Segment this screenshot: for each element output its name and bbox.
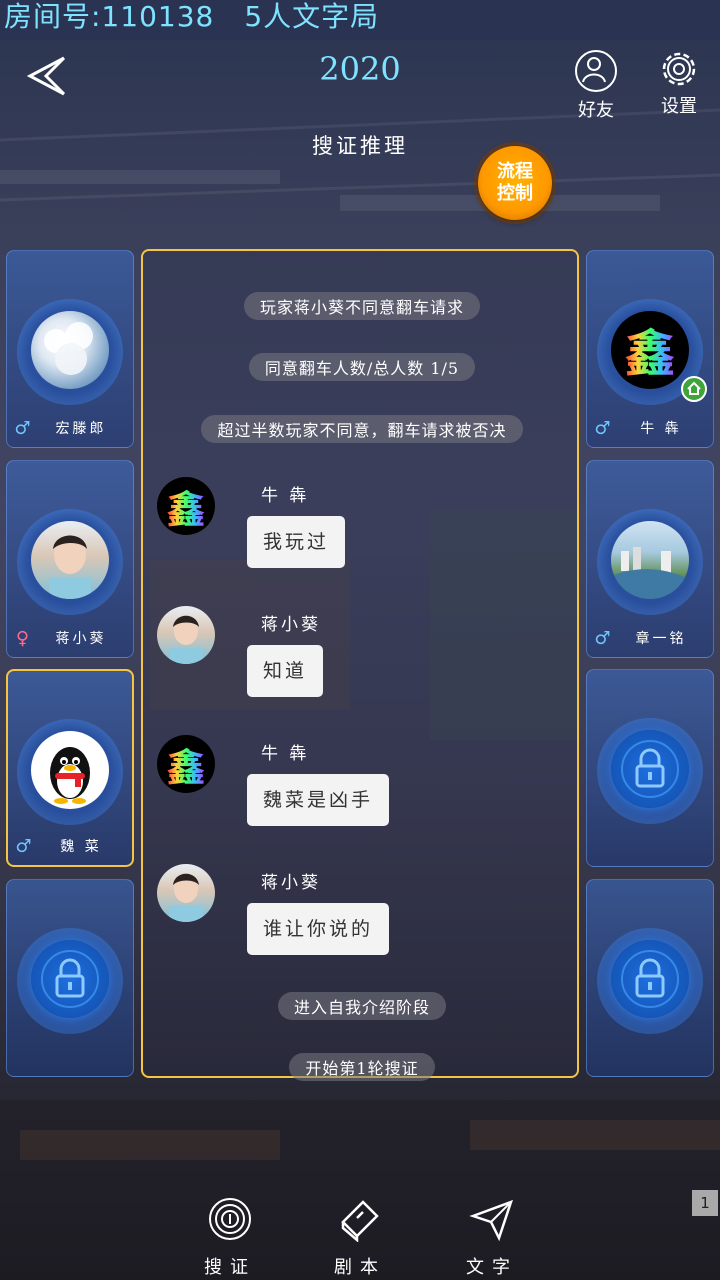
player-name: 章一铭 xyxy=(635,631,687,647)
system-message-text: 玩家蒋小葵不同意翻车请求 xyxy=(243,292,480,320)
message-bubble: 魏菜是凶手 xyxy=(247,774,390,826)
avatar-glyph: 鑫 xyxy=(625,314,675,386)
player-slot-1[interactable]: ♂ 宏滕郎 xyxy=(6,250,134,448)
flow-control-button[interactable]: 流程 控制 xyxy=(478,146,552,220)
avatar xyxy=(157,606,215,664)
lock-icon xyxy=(31,940,109,1018)
book-icon xyxy=(341,1200,379,1243)
room-number: 房间号:110138 xyxy=(4,0,215,33)
system-message-text: 同意翻车人数/总人数 1/5 xyxy=(248,353,476,381)
female-icon: ♀ xyxy=(15,627,33,649)
sender-name: 牛 犇 xyxy=(261,486,310,506)
avatar xyxy=(31,521,109,599)
system-message: 进入自我介绍阶段 xyxy=(143,992,581,1020)
system-message-text: 进入自我介绍阶段 xyxy=(277,992,446,1020)
system-message: 同意翻车人数/总人数 1/5 xyxy=(143,353,581,381)
player-name: 宏滕郎 xyxy=(55,421,107,437)
flow-label-line2: 控制 xyxy=(497,183,533,204)
sender-name: 牛 犇 xyxy=(261,744,310,764)
avatar-glyph: 鑫 xyxy=(167,737,205,792)
male-icon: ♂ xyxy=(14,417,34,439)
chat-message: 蒋小葵 知道 xyxy=(157,606,557,716)
nav-evidence-label: 搜证 xyxy=(204,1257,256,1278)
room-mode: 5人文字局 xyxy=(244,0,380,33)
home-icon xyxy=(681,376,707,402)
system-message: 超过半数玩家不同意，翻车请求被否决 xyxy=(143,415,581,443)
nav-text-label: 文字 xyxy=(466,1257,518,1278)
chat-message: 鑫 牛 犇 我玩过 xyxy=(157,477,557,587)
locked-slot-right-1[interactable] xyxy=(586,669,714,867)
avatar-glyph: 鑫 xyxy=(167,479,205,534)
friends-label: 好友 xyxy=(578,100,614,121)
avatar xyxy=(611,521,689,599)
nav-script[interactable]: 剧本 xyxy=(320,1196,400,1279)
message-bubble: 谁让你说的 xyxy=(247,903,390,955)
player-name-bar: ♂ 章一铭 xyxy=(593,625,707,651)
player-slot-3[interactable]: ♂ 魏 菜 xyxy=(6,669,134,867)
person-icon xyxy=(575,50,617,92)
system-message: 玩家蒋小葵不同意翻车请求 xyxy=(143,292,581,320)
player-name: 牛 犇 xyxy=(640,421,682,437)
flow-label-line1: 流程 xyxy=(497,161,533,182)
player-name: 蒋小葵 xyxy=(55,631,107,647)
xin-avatar: 鑫 xyxy=(157,477,215,535)
player-slot-5[interactable]: ♂ 章一铭 xyxy=(586,460,714,658)
player-name-bar: ♂ 牛 犇 xyxy=(593,415,707,441)
fingerprint-icon xyxy=(209,1198,251,1240)
settings-label: 设置 xyxy=(661,96,697,117)
paper-plane-icon xyxy=(469,1199,514,1242)
xin-avatar: 鑫 xyxy=(611,311,689,389)
player-name: 魏 菜 xyxy=(60,839,102,855)
player-name-bar: ♂ 宏滕郎 xyxy=(13,415,127,441)
penguin-avatar xyxy=(31,731,109,809)
system-message-text: 开始第1轮搜证 xyxy=(289,1053,435,1081)
player-name-bar: ♂ 魏 菜 xyxy=(14,833,126,859)
friends-button[interactable]: 好友 xyxy=(566,50,626,122)
chat-message: 鑫 牛 犇 魏菜是凶手 xyxy=(157,735,557,845)
locked-slot-right-2[interactable] xyxy=(586,879,714,1077)
system-message: 开始第1轮搜证 xyxy=(143,1053,581,1081)
phase-title: 搜证推理 xyxy=(312,134,408,158)
chat-panel[interactable]: 玩家蒋小葵不同意翻车请求 同意翻车人数/总人数 1/5 超过半数玩家不同意，翻车… xyxy=(141,249,581,1081)
settings-button[interactable]: 设置 xyxy=(649,50,709,118)
chat-message: 蒋小葵 谁让你说的 xyxy=(157,864,557,974)
xin-avatar: 鑫 xyxy=(157,735,215,793)
lock-icon xyxy=(611,730,689,808)
message-bubble: 知道 xyxy=(247,645,324,697)
male-icon: ♂ xyxy=(15,835,35,857)
sender-name: 蒋小葵 xyxy=(261,615,321,635)
lock-icon xyxy=(611,940,689,1018)
male-icon: ♂ xyxy=(594,417,614,439)
male-icon: ♂ xyxy=(594,627,614,649)
gear-icon xyxy=(660,50,698,88)
locked-slot-left[interactable] xyxy=(6,879,134,1077)
room-header: 房间号:110138 5人文字局 xyxy=(0,0,413,34)
avatar xyxy=(31,311,109,389)
player-name-bar: ♀ 蒋小葵 xyxy=(13,625,127,651)
nav-evidence[interactable]: 搜证 xyxy=(190,1196,270,1279)
avatar xyxy=(157,864,215,922)
page-marker: 1 xyxy=(692,1190,718,1216)
message-bubble: 我玩过 xyxy=(247,516,346,568)
player-slot-2[interactable]: ♀ 蒋小葵 xyxy=(6,460,134,658)
nav-script-label: 剧本 xyxy=(334,1257,386,1278)
player-slot-4[interactable]: 鑫 ♂ 牛 犇 xyxy=(586,250,714,448)
sender-name: 蒋小葵 xyxy=(261,873,321,893)
system-message-text: 超过半数玩家不同意，翻车请求被否决 xyxy=(201,415,523,443)
nav-text[interactable]: 文字 xyxy=(452,1196,532,1279)
